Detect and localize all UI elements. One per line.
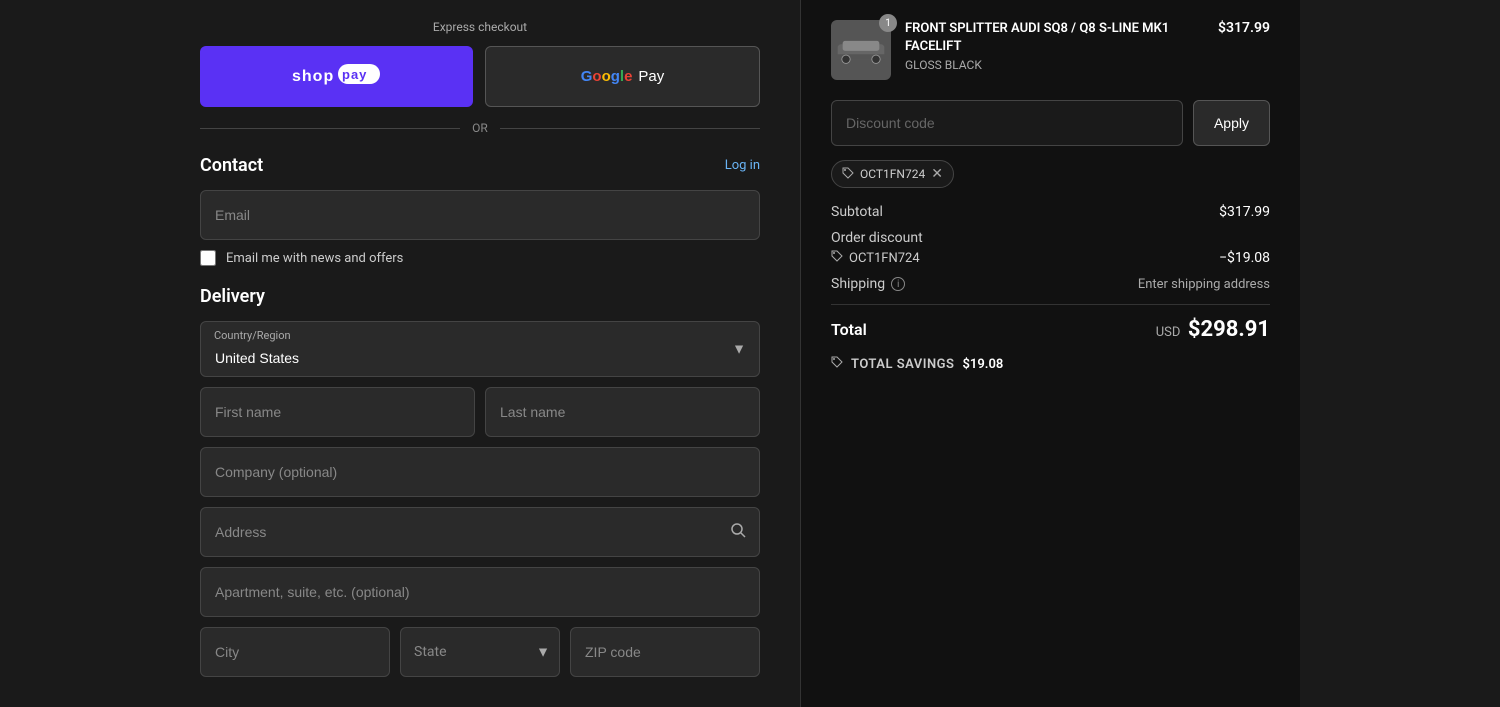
shipping-label: Shipping i xyxy=(831,276,905,292)
savings-amount: $19.08 xyxy=(962,357,1003,372)
newsletter-label: Email me with news and offers xyxy=(226,251,403,266)
right-panel: 1 FRONT SPLITTER AUDI SQ8 / Q8 S-LINE MK… xyxy=(800,0,1300,707)
subtotal-row: Subtotal $317.99 xyxy=(831,204,1270,220)
googlepay-button[interactable]: Google Pay xyxy=(485,46,760,107)
product-price: $317.99 xyxy=(1218,20,1270,36)
email-field[interactable] xyxy=(200,190,760,240)
address-field[interactable] xyxy=(200,507,760,557)
shipping-row: Shipping i Enter shipping address xyxy=(831,276,1270,292)
product-info: FRONT SPLITTER AUDI SQ8 / Q8 S-LINE MK1 … xyxy=(905,20,1204,72)
order-discount-section: Order discount OCT1FN724 −$19.08 xyxy=(831,230,1270,266)
discount-amount: −$19.08 xyxy=(1219,250,1270,266)
discount-code-input[interactable] xyxy=(831,100,1183,146)
city-state-zip-row: ▼ State xyxy=(200,627,760,677)
coupon-code-text: OCT1FN724 xyxy=(860,167,925,181)
contact-title: Contact xyxy=(200,155,263,176)
discount-code-row: OCT1FN724 −$19.08 xyxy=(831,250,1270,266)
order-discount-label: Order discount xyxy=(831,230,1270,246)
subtotal-value: $317.99 xyxy=(1219,204,1270,220)
shipping-info-icon[interactable]: i xyxy=(891,277,905,291)
zip-field[interactable] xyxy=(570,627,760,677)
applied-discount-code: OCT1FN724 xyxy=(849,251,920,266)
country-select[interactable]: United States xyxy=(200,321,760,377)
or-divider: OR xyxy=(200,121,760,135)
shipping-value: Enter shipping address xyxy=(1138,277,1270,292)
savings-label: TOTAL SAVINGS xyxy=(851,357,954,372)
product-row: 1 FRONT SPLITTER AUDI SQ8 / Q8 S-LINE MK… xyxy=(831,20,1270,80)
coupon-tag: OCT1FN724 ✕ xyxy=(831,160,954,188)
google-g-icon: Google xyxy=(581,68,633,85)
left-panel: Express checkout shop pay Google Pay OR … xyxy=(0,0,800,707)
googlepay-label: Pay xyxy=(638,68,664,85)
state-select-wrapper: ▼ State xyxy=(400,627,560,677)
contact-section-header: Contact Log in xyxy=(200,155,760,176)
tag-icon xyxy=(842,167,854,182)
address-wrapper xyxy=(200,507,760,557)
total-label: Total xyxy=(831,320,867,339)
shoppay-logo: shop pay xyxy=(292,62,382,91)
newsletter-checkbox[interactable] xyxy=(200,250,216,266)
subtotal-label: Subtotal xyxy=(831,204,883,220)
first-name-field[interactable] xyxy=(200,387,475,437)
express-buttons: shop pay Google Pay xyxy=(200,46,760,107)
svg-text:pay: pay xyxy=(342,67,367,82)
state-select[interactable] xyxy=(400,627,560,677)
svg-text:shop: shop xyxy=(292,68,334,85)
log-in-link[interactable]: Log in xyxy=(725,158,760,173)
address-search-icon xyxy=(730,522,746,542)
coupon-remove-button[interactable]: ✕ xyxy=(931,166,943,182)
shoppay-button[interactable]: shop pay xyxy=(200,46,473,107)
product-name: FRONT SPLITTER AUDI SQ8 / Q8 S-LINE MK1 … xyxy=(905,20,1204,56)
newsletter-row: Email me with news and offers xyxy=(200,250,760,266)
delivery-title: Delivery xyxy=(200,286,760,307)
name-row xyxy=(200,387,760,437)
express-checkout-label: Express checkout xyxy=(200,20,760,34)
discount-row: Apply xyxy=(831,100,1270,146)
last-name-field[interactable] xyxy=(485,387,760,437)
country-select-wrapper: Country/Region United States ▼ xyxy=(200,321,760,377)
total-value: $298.91 xyxy=(1188,317,1270,342)
discount-code-val: OCT1FN724 xyxy=(831,250,920,266)
summary-divider xyxy=(831,304,1270,305)
company-field[interactable] xyxy=(200,447,760,497)
apt-field[interactable] xyxy=(200,567,760,617)
product-quantity-badge: 1 xyxy=(879,14,897,32)
city-field[interactable] xyxy=(200,627,390,677)
discount-tag-icon xyxy=(831,250,843,266)
savings-tag-icon xyxy=(831,356,843,372)
apply-button[interactable]: Apply xyxy=(1193,100,1270,146)
product-image-wrapper: 1 xyxy=(831,20,891,80)
total-row: Total USD $298.91 xyxy=(831,317,1270,342)
total-currency: USD xyxy=(1156,325,1181,340)
total-value-group: USD $298.91 xyxy=(1156,317,1270,342)
savings-row: TOTAL SAVINGS $19.08 xyxy=(831,356,1270,372)
product-variant: GLOSS BLACK xyxy=(905,58,1204,72)
